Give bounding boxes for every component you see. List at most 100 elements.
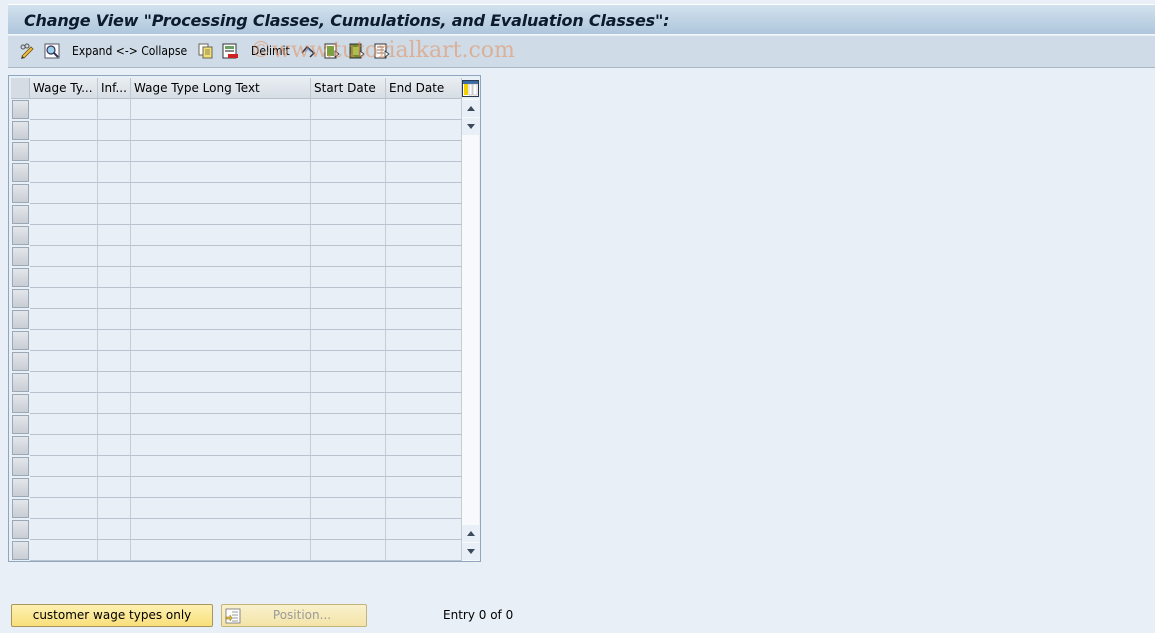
- expand-collapse-button[interactable]: Expand <-> Collapse: [72, 42, 187, 60]
- table-cell-long-text[interactable]: [131, 141, 311, 162]
- row-selector[interactable]: [12, 268, 29, 287]
- row-selector[interactable]: [12, 289, 29, 308]
- column-header-start-date[interactable]: Start Date: [311, 78, 386, 99]
- table-cell-long-text[interactable]: [131, 498, 311, 519]
- table-cell-infotype[interactable]: [98, 288, 131, 309]
- scroll-page-up-button[interactable]: [462, 100, 479, 117]
- table-cell-wage-type[interactable]: [30, 540, 98, 561]
- table-cell-start-date[interactable]: [311, 183, 386, 204]
- delete-button[interactable]: [222, 42, 238, 60]
- table-cell-end-date[interactable]: [386, 204, 462, 225]
- table-cell-long-text[interactable]: [131, 120, 311, 141]
- table-cell-end-date[interactable]: [386, 267, 462, 288]
- table-cell-infotype[interactable]: [98, 540, 131, 561]
- column-header-infotype[interactable]: Inf...: [98, 78, 131, 99]
- table-cell-infotype[interactable]: [98, 477, 131, 498]
- table-cell-long-text[interactable]: [131, 225, 311, 246]
- table-cell-end-date[interactable]: [386, 162, 462, 183]
- table-cell-start-date[interactable]: [311, 330, 386, 351]
- table-cell-infotype[interactable]: [98, 246, 131, 267]
- copy-as-button[interactable]: [198, 42, 214, 60]
- table-cell-long-text[interactable]: [131, 456, 311, 477]
- vertical-scrollbar[interactable]: [462, 99, 479, 561]
- table-cell-long-text[interactable]: [131, 477, 311, 498]
- table-cell-infotype[interactable]: [98, 162, 131, 183]
- row-selector[interactable]: [12, 520, 29, 539]
- table-cell-end-date[interactable]: [386, 330, 462, 351]
- table-cell-end-date[interactable]: [386, 246, 462, 267]
- table-cell-long-text[interactable]: [131, 246, 311, 267]
- table-cell-wage-type[interactable]: [30, 99, 98, 120]
- customer-wage-types-only-button[interactable]: customer wage types only: [11, 604, 213, 627]
- table-cell-end-date[interactable]: [386, 519, 462, 540]
- row-selector[interactable]: [12, 100, 29, 119]
- table-cell-end-date[interactable]: [386, 309, 462, 330]
- table-cell-wage-type[interactable]: [30, 414, 98, 435]
- table-cell-wage-type[interactable]: [30, 267, 98, 288]
- row-selector[interactable]: [12, 142, 29, 161]
- table-cell-end-date[interactable]: [386, 414, 462, 435]
- table-cell-wage-type[interactable]: [30, 519, 98, 540]
- table-cell-wage-type[interactable]: [30, 435, 98, 456]
- table-cell-long-text[interactable]: [131, 288, 311, 309]
- table-cell-start-date[interactable]: [311, 351, 386, 372]
- table-cell-end-date[interactable]: [386, 120, 462, 141]
- table-cell-infotype[interactable]: [98, 435, 131, 456]
- row-selector[interactable]: [12, 226, 29, 245]
- table-cell-long-text[interactable]: [131, 99, 311, 120]
- row-selector[interactable]: [12, 415, 29, 434]
- table-cell-start-date[interactable]: [311, 141, 386, 162]
- table-cell-end-date[interactable]: [386, 183, 462, 204]
- table-cell-start-date[interactable]: [311, 246, 386, 267]
- table-cell-end-date[interactable]: [386, 498, 462, 519]
- row-selector[interactable]: [12, 478, 29, 497]
- select-block-button[interactable]: [349, 42, 365, 60]
- table-cell-wage-type[interactable]: [30, 288, 98, 309]
- table-cell-long-text[interactable]: [131, 204, 311, 225]
- row-selector[interactable]: [12, 373, 29, 392]
- table-cell-end-date[interactable]: [386, 351, 462, 372]
- scroll-down-button[interactable]: [462, 543, 479, 560]
- table-cell-infotype[interactable]: [98, 372, 131, 393]
- row-selector[interactable]: [12, 310, 29, 329]
- table-cell-long-text[interactable]: [131, 267, 311, 288]
- table-cell-infotype[interactable]: [98, 498, 131, 519]
- deselect-all-button[interactable]: [374, 42, 390, 60]
- table-cell-long-text[interactable]: [131, 540, 311, 561]
- table-cell-wage-type[interactable]: [30, 330, 98, 351]
- table-cell-infotype[interactable]: [98, 141, 131, 162]
- table-cell-wage-type[interactable]: [30, 393, 98, 414]
- row-selector[interactable]: [12, 394, 29, 413]
- table-cell-start-date[interactable]: [311, 204, 386, 225]
- table-cell-start-date[interactable]: [311, 456, 386, 477]
- table-cell-start-date[interactable]: [311, 435, 386, 456]
- table-cell-infotype[interactable]: [98, 204, 131, 225]
- row-selector[interactable]: [12, 205, 29, 224]
- table-cell-long-text[interactable]: [131, 372, 311, 393]
- table-cell-infotype[interactable]: [98, 456, 131, 477]
- position-button[interactable]: Position...: [221, 604, 367, 627]
- table-cell-start-date[interactable]: [311, 120, 386, 141]
- table-cell-start-date[interactable]: [311, 540, 386, 561]
- table-cell-start-date[interactable]: [311, 225, 386, 246]
- table-cell-wage-type[interactable]: [30, 120, 98, 141]
- table-cell-end-date[interactable]: [386, 141, 462, 162]
- table-cell-long-text[interactable]: [131, 414, 311, 435]
- table-cell-wage-type[interactable]: [30, 456, 98, 477]
- table-cell-wage-type[interactable]: [30, 309, 98, 330]
- table-cell-start-date[interactable]: [311, 99, 386, 120]
- table-cell-end-date[interactable]: [386, 372, 462, 393]
- table-cell-wage-type[interactable]: [30, 351, 98, 372]
- display-change-toggle-button[interactable]: [19, 42, 35, 60]
- table-cell-long-text[interactable]: [131, 309, 311, 330]
- table-cell-start-date[interactable]: [311, 519, 386, 540]
- row-selector[interactable]: [12, 163, 29, 182]
- row-selector[interactable]: [12, 436, 29, 455]
- table-cell-start-date[interactable]: [311, 498, 386, 519]
- table-cell-long-text[interactable]: [131, 351, 311, 372]
- table-cell-end-date[interactable]: [386, 456, 462, 477]
- table-cell-infotype[interactable]: [98, 99, 131, 120]
- table-cell-end-date[interactable]: [386, 393, 462, 414]
- table-cell-infotype[interactable]: [98, 225, 131, 246]
- table-cell-wage-type[interactable]: [30, 498, 98, 519]
